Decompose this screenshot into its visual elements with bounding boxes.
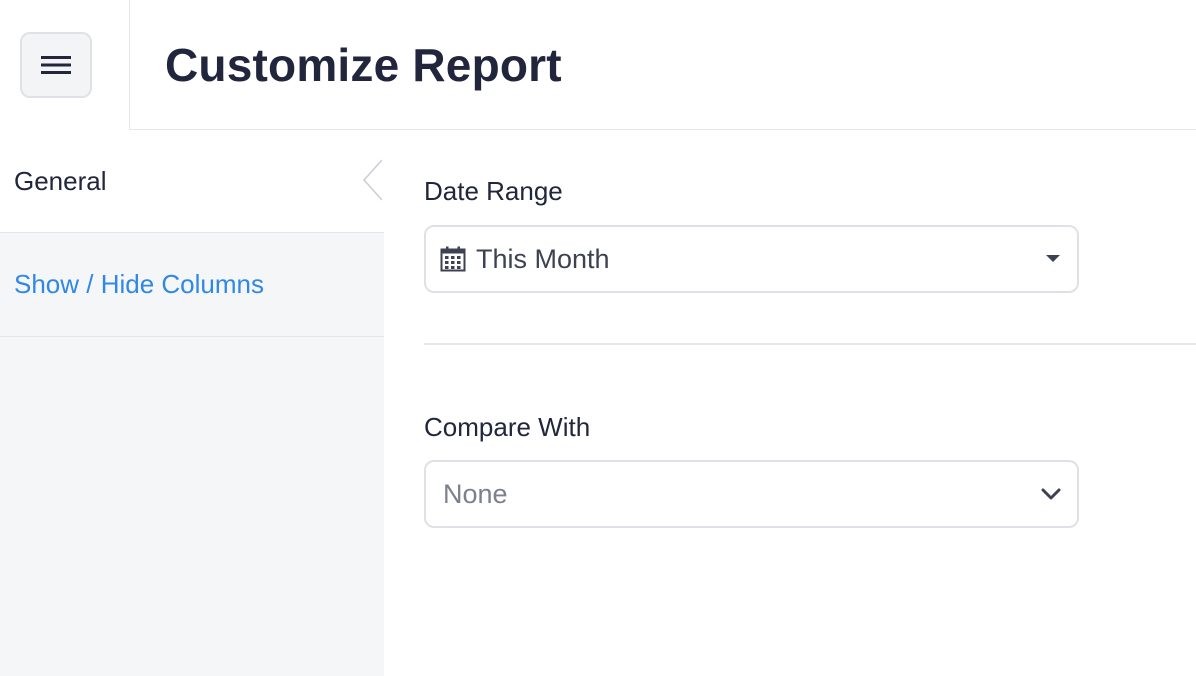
section-divider — [424, 343, 1196, 345]
sidebar-item-show-hide-columns[interactable]: Show / Hide Columns — [0, 233, 384, 337]
sidebar-item-general[interactable]: General — [0, 130, 386, 233]
date-range-select[interactable]: This Month — [424, 225, 1079, 293]
calendar-icon — [440, 246, 466, 272]
compare-with-label: Compare With — [424, 412, 591, 442]
page-header: Customize Report — [130, 0, 1196, 130]
date-range-label: Date Range — [424, 176, 563, 206]
menu-column — [0, 0, 130, 130]
chevron-down-icon — [1041, 488, 1061, 500]
hamburger-menu-icon — [41, 56, 71, 74]
main-panel: Date Range This Month Compare With None — [384, 130, 1196, 676]
compare-with-value: None — [443, 478, 508, 509]
date-range-value: This Month — [476, 243, 610, 274]
page-title: Customize Report — [165, 39, 562, 91]
caret-down-icon — [1046, 255, 1060, 262]
sidebar-item-label: Show / Hide Columns — [14, 269, 264, 299]
sidebar-item-label: General — [14, 165, 107, 196]
menu-button[interactable] — [20, 32, 92, 98]
compare-with-select[interactable]: None — [424, 460, 1079, 528]
chevron-left-icon[interactable] — [362, 158, 386, 202]
sidebar: General Show / Hide Columns — [0, 130, 386, 676]
